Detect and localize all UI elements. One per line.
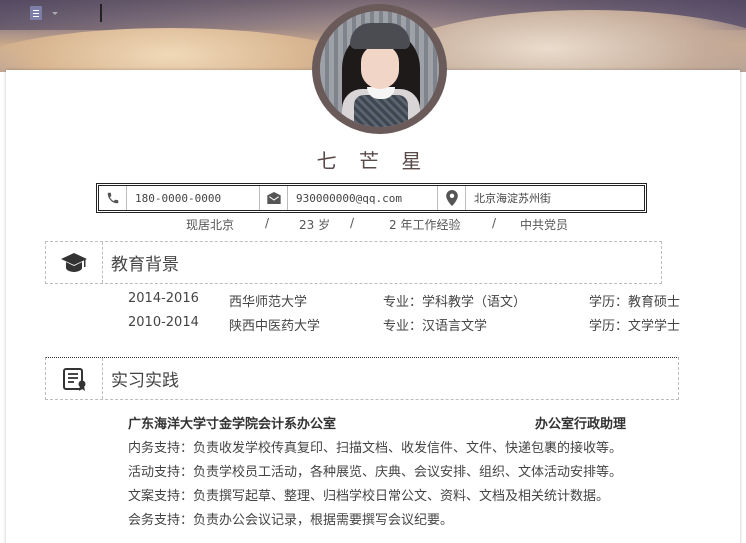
degree: 学历：文学学士 (589, 319, 681, 334)
certificate-icon (46, 358, 103, 399)
separator: / (265, 216, 270, 230)
phone-icon (99, 186, 127, 210)
education-row: 2010-2014 陕西中医药大学 专业：汉语言文学 学历：文学学士 (0, 315, 746, 334)
email-address: 930000000@qq.com (288, 186, 438, 210)
avatar (320, 11, 439, 127)
address: 北京海淀苏州街 (474, 192, 551, 205)
internship-section-header: 实习实践 (45, 357, 679, 400)
major: 专业：学科教学（语文） (383, 295, 527, 310)
duty-item: 会务支持：负责办公会议记录，根据需要撰写会议纪要。 (128, 513, 454, 528)
phone-number: 180-0000-0000 (127, 186, 260, 210)
work-experience: 2 年工作经验 (389, 218, 461, 232)
education-row: 2014-2016 西华师范大学 专业：学科教学（语文） 学历：教育硕士 (0, 291, 746, 310)
editor-toolbar (30, 3, 58, 23)
education-section-header: 教育背景 (45, 241, 662, 284)
envelope-icon (260, 186, 288, 210)
section-title: 实习实践 (111, 371, 179, 391)
chevron-down-icon[interactable] (52, 11, 58, 15)
personal-info-line: 现居北京 / 23 岁 / 2 年工作经验 / 中共党员 (0, 216, 746, 232)
internship-role: 办公室行政助理 (535, 417, 627, 432)
current-location: 现居北京 (186, 218, 235, 232)
period: 2010-2014 (128, 315, 199, 330)
document-icon[interactable] (30, 6, 42, 20)
political-status: 中共党员 (520, 218, 569, 232)
location-pin-icon (438, 186, 466, 210)
duty-item: 活动支持：负责学校员工活动，各种展览、庆典、会议安排、组织、文体活动安排等。 (128, 465, 623, 480)
period: 2014-2016 (128, 291, 199, 306)
text-cursor (100, 4, 102, 22)
separator: / (492, 216, 497, 230)
graduation-cap-icon (46, 242, 103, 283)
degree: 学历：教育硕士 (589, 295, 681, 310)
duty-item: 文案支持：负责撰写起草、整理、归档学校日常公文、资料、文档及相关统计数据。 (128, 489, 610, 504)
major: 专业：汉语言文学 (383, 319, 488, 334)
duty-item: 内务支持：负责收发学校传真复印、扫描文档、收发信件、文件、快递包裹的接收等。 (128, 441, 623, 456)
contact-bar: 180-0000-0000 930000000@qq.com 北京海淀苏州街 (96, 183, 647, 213)
section-title: 教育背景 (111, 255, 179, 275)
candidate-name: 七 芒 星 (316, 149, 430, 173)
separator: / (350, 216, 355, 230)
school: 陕西中医药大学 (229, 319, 321, 334)
internship-organization: 广东海洋大学寸金学院会计系办公室 (128, 417, 337, 432)
age: 23 岁 (299, 218, 331, 232)
school: 西华师范大学 (229, 295, 308, 310)
